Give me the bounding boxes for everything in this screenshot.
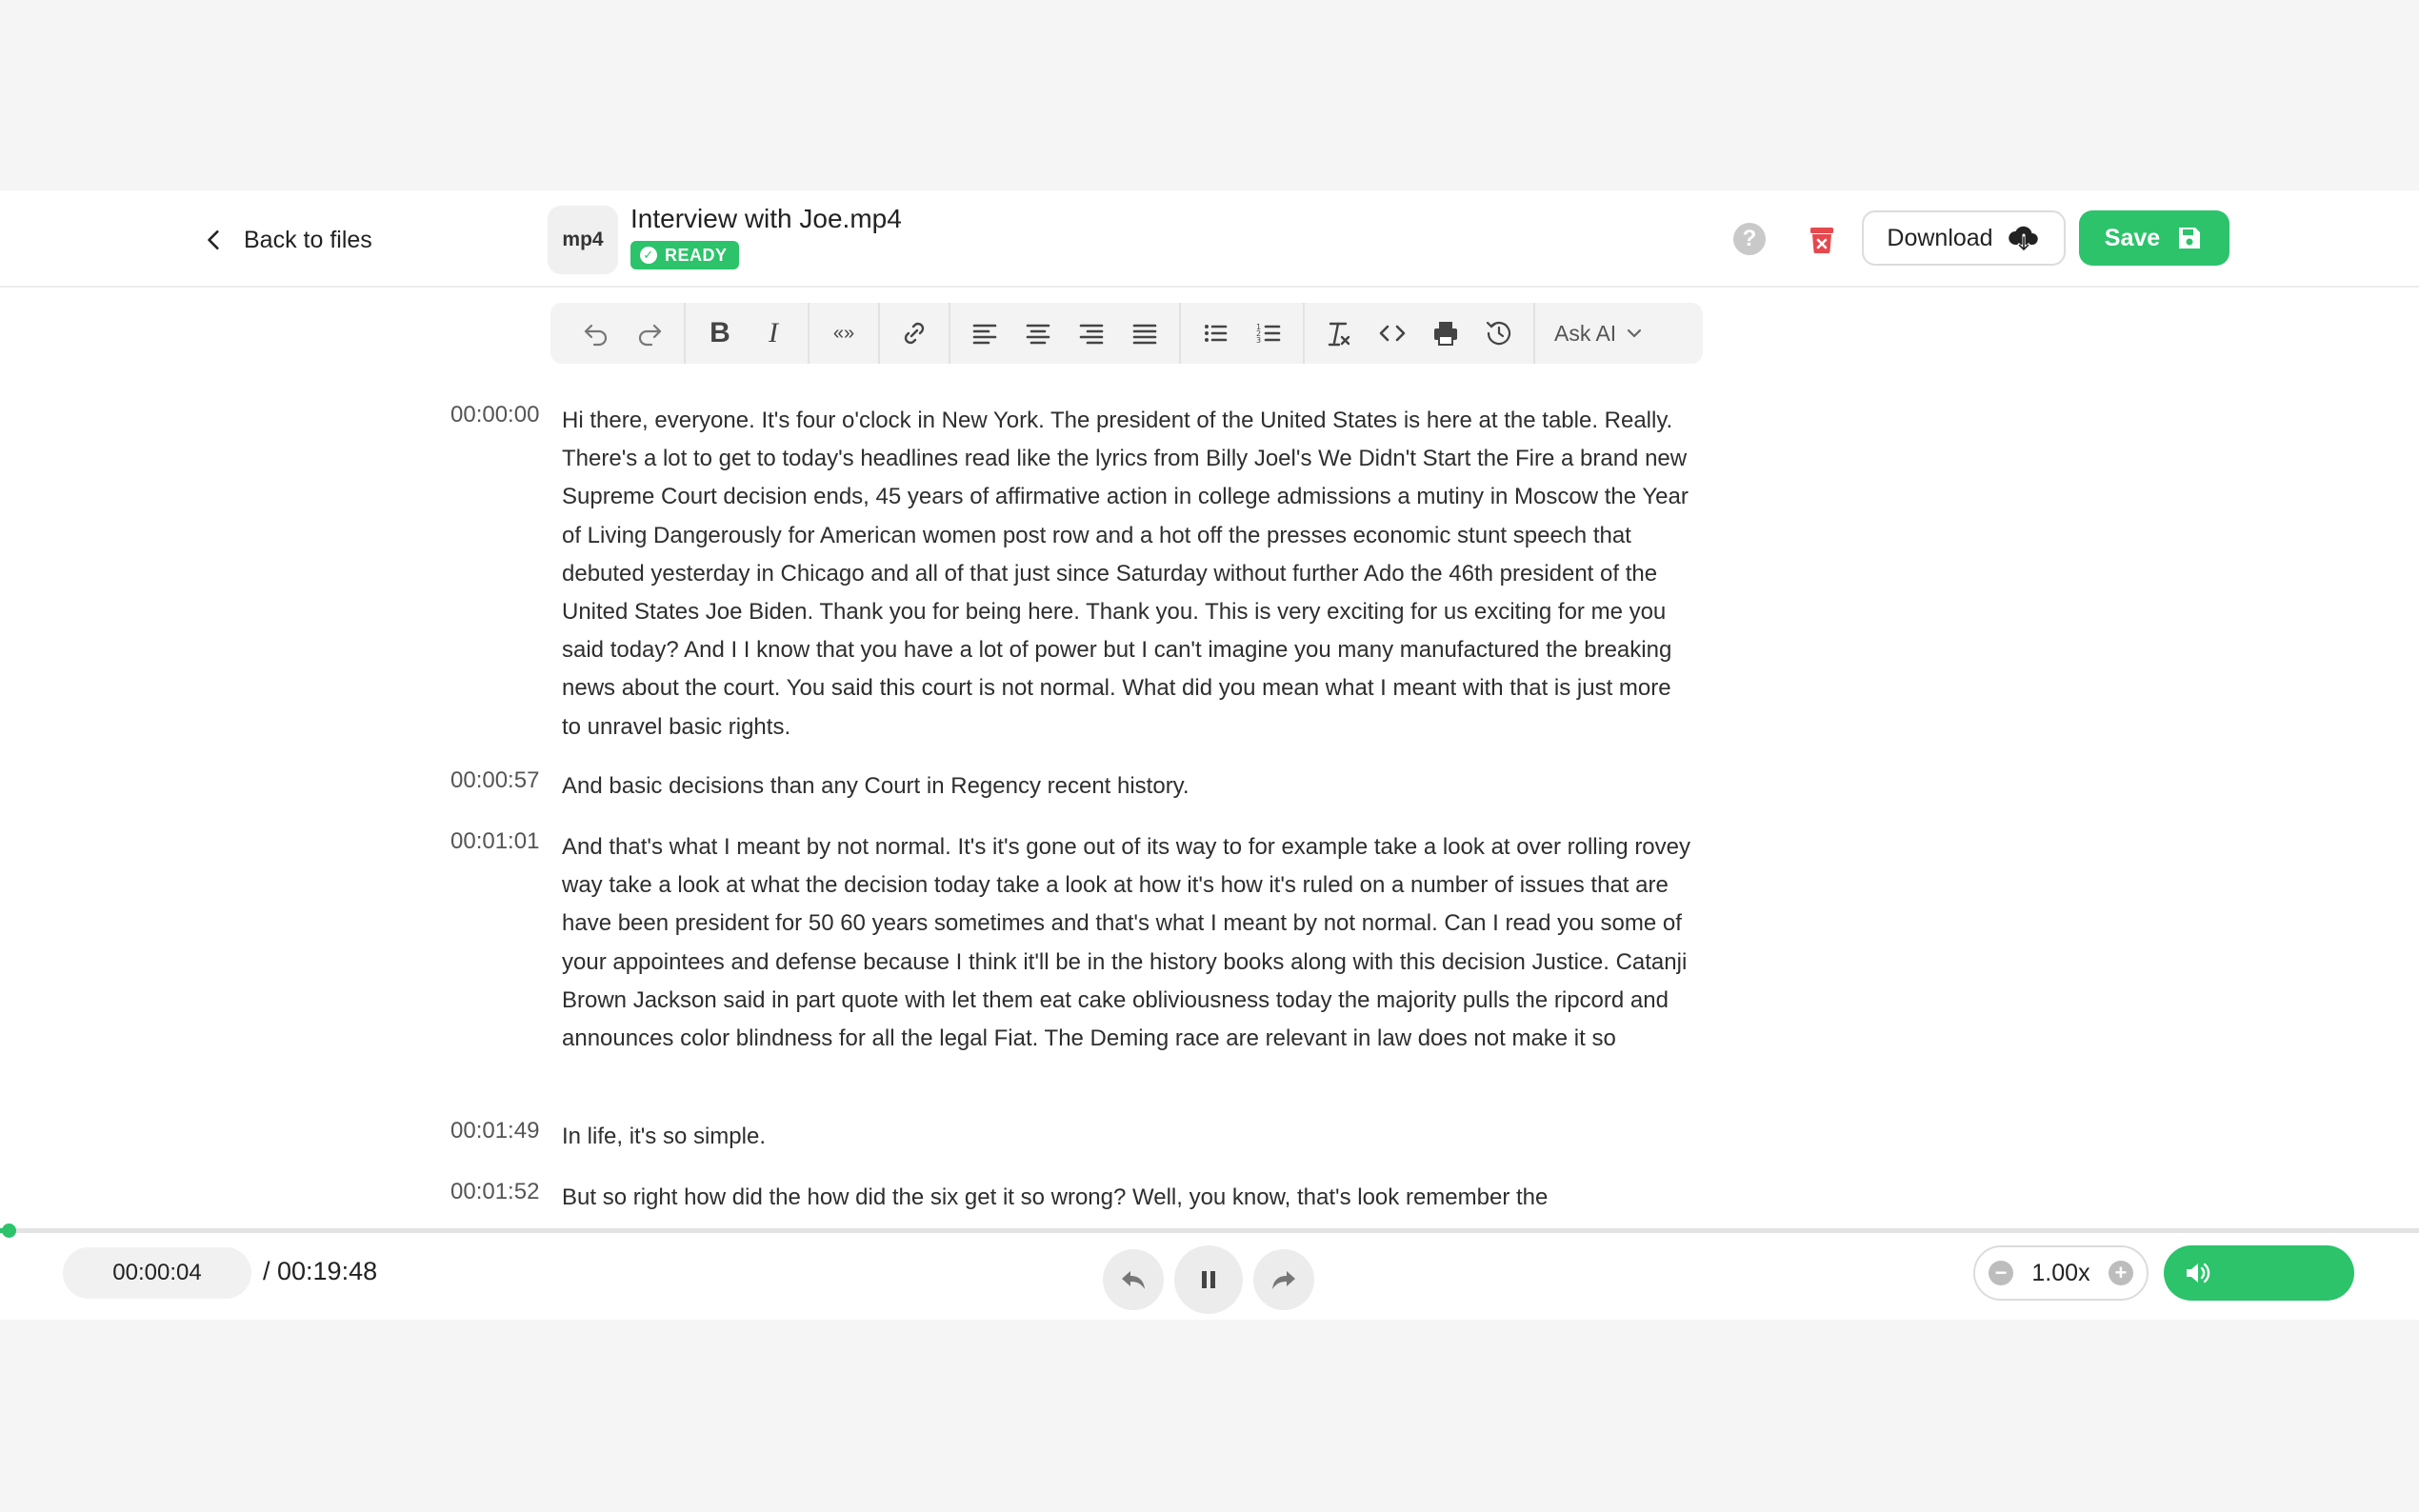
segment-timestamp[interactable]: 00:01:52 [450,1179,539,1205]
check-icon: ✓ [640,247,657,264]
bullet-list-button[interactable] [1191,309,1239,357]
ask-ai-label: Ask AI [1554,320,1617,346]
align-right-icon [1079,324,1104,345]
link-button[interactable] [890,309,938,357]
volume-control[interactable] [2164,1245,2354,1301]
back-label: Back to files [244,226,372,253]
align-justify-icon [1132,324,1157,345]
pause-button[interactable] [1174,1245,1243,1314]
speed-decrease-button[interactable]: − [1989,1261,2013,1285]
save-button[interactable]: Save [2079,210,2229,266]
undo-button[interactable] [572,309,620,357]
status-label: READY [665,245,728,265]
link-icon [904,322,925,345]
cloud-download-icon [2008,226,2038,252]
forward-arrow-icon [1272,1271,1295,1289]
help-button[interactable]: ? [1733,223,1766,255]
rewind-button[interactable] [1103,1249,1164,1310]
redo-icon [638,324,662,347]
status-badge: ✓ READY [630,241,739,269]
total-duration: / 00:19:48 [263,1257,378,1285]
print-icon [1434,322,1457,346]
forward-button[interactable] [1253,1249,1314,1310]
clear-format-button[interactable] [1315,309,1363,357]
svg-text:3: 3 [1256,336,1261,345]
app-window: Back to files mp4 Interview with Joe.mp4… [0,190,2419,1320]
trash-icon [1810,228,1833,253]
audio-player: 00:00:04 / 00:19:48 − 1.00x + [0,1234,2419,1320]
playback-progress-bar[interactable] [0,1224,2419,1238]
editor-toolbar: B I «» 1 2 3 Ask AI [550,303,1703,364]
download-button[interactable]: Download [1862,210,2066,266]
format-group: B I [686,303,810,364]
chevron-left-icon [208,230,219,249]
history-icon [1486,321,1511,346]
tools-group [1305,303,1535,364]
redo-button[interactable] [626,309,673,357]
bold-button[interactable]: B [696,309,744,357]
playback-speed-control: − 1.00x + [1973,1245,2149,1301]
undo-icon [584,324,608,347]
segment-timestamp[interactable]: 00:00:00 [450,402,539,428]
align-justify-button[interactable] [1121,309,1169,357]
code-icon [1379,325,1406,342]
header-bar: Back to files mp4 Interview with Joe.mp4… [0,190,2419,288]
segment-text[interactable]: And basic decisions than any Court in Re… [562,767,1695,806]
ai-group: Ask AI [1535,303,1650,364]
align-right-button[interactable] [1068,309,1115,357]
numbered-list-icon: 123 [1256,323,1281,345]
segment-text[interactable]: And that's what I meant by not normal. I… [562,828,1695,1058]
pause-icon [1202,1271,1215,1288]
italic-button[interactable]: I [750,309,797,357]
segment-timestamp[interactable]: 00:01:01 [450,828,539,855]
speed-increase-button[interactable]: + [2108,1261,2133,1285]
code-button[interactable] [1369,309,1416,357]
file-type-badge: mp4 [548,206,618,274]
list-group: 123 [1181,303,1305,364]
current-time-field[interactable]: 00:00:04 [63,1247,251,1299]
segment-text[interactable]: But so right how did the how did the six… [562,1179,1695,1217]
download-label: Download [1887,224,1993,251]
align-center-button[interactable] [1014,309,1062,357]
ask-ai-dropdown[interactable]: Ask AI [1543,321,1643,347]
quote-group: «» [810,303,880,364]
numbered-list-button[interactable]: 123 [1245,309,1292,357]
bullet-list-icon [1205,325,1228,342]
speed-value: 1.00x [2031,1259,2090,1286]
delete-button[interactable] [1806,223,1838,255]
align-center-icon [1026,324,1050,345]
print-button[interactable] [1422,309,1469,357]
quote-button[interactable]: «» [820,309,868,357]
back-to-files-button[interactable]: Back to files [202,221,372,259]
history-button[interactable] [1475,309,1523,357]
bold-icon: B [710,317,730,348]
volume-icon [2187,1263,2210,1283]
italic-icon: I [769,317,778,348]
quote-icon: «» [832,323,855,344]
history-group [562,303,686,364]
save-label: Save [2104,224,2161,251]
chevron-down-icon [1628,328,1642,338]
align-left-button[interactable] [961,309,1009,357]
link-group [880,303,950,364]
floppy-save-icon [2179,228,2201,249]
file-name: Interview with Joe.mp4 [630,204,902,233]
align-group [950,303,1181,364]
clear-format-icon [1328,322,1350,347]
segment-timestamp[interactable]: 00:01:49 [450,1118,539,1144]
rewind-arrow-icon [1122,1271,1145,1289]
segment-text[interactable]: In life, it's so simple. [562,1118,1695,1156]
align-left-icon [972,324,997,345]
segment-text[interactable]: Hi there, everyone. It's four o'clock in… [562,402,1695,746]
transcript-editor[interactable]: 00:00:00 Hi there, everyone. It's four o… [0,402,2419,1228]
segment-timestamp[interactable]: 00:00:57 [450,767,539,794]
